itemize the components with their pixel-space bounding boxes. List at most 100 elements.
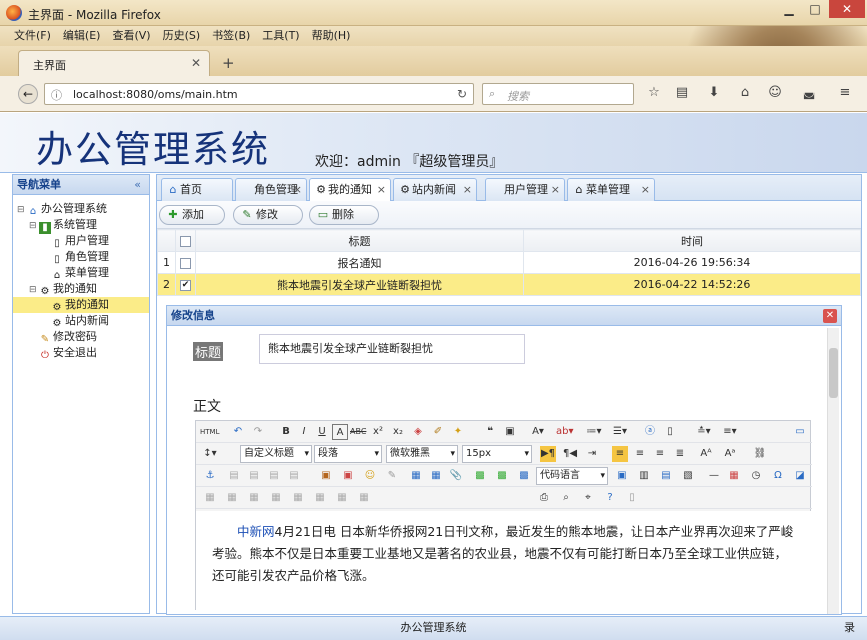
close-tab-icon[interactable]: ×: [463, 179, 472, 200]
dialog-scrollbar[interactable]: [827, 328, 839, 614]
tree-node-roles[interactable]: ▯ 角色管理: [13, 249, 149, 265]
tree-node-notice-group[interactable]: ⊟ ⚙ 我的通知: [13, 281, 149, 297]
title-header[interactable]: 标题: [195, 229, 524, 252]
auto-format-icon[interactable]: ✦: [450, 424, 466, 440]
frame-icon[interactable]: ▩: [516, 468, 532, 484]
map-icon[interactable]: ▩: [472, 468, 488, 484]
format-brush-icon[interactable]: ✐: [430, 424, 446, 440]
align-center-icon[interactable]: ≡: [632, 446, 648, 462]
border-icon[interactable]: A: [332, 424, 348, 440]
align-right-icon[interactable]: ≡: [652, 446, 668, 462]
undo-icon[interactable]: ↶: [230, 424, 246, 440]
rtl-icon[interactable]: ¶◀: [562, 446, 578, 462]
paragraph-select[interactable]: 段落: [314, 445, 382, 463]
menu-tools[interactable]: 工具(T): [262, 26, 299, 46]
font-size-select[interactable]: 15px: [462, 445, 532, 463]
menu-view[interactable]: 查看(V): [112, 26, 150, 46]
merge-cells-icon[interactable]: ▦: [334, 490, 350, 506]
insert-col-icon[interactable]: ▦: [290, 490, 306, 506]
tab-roles[interactable]: 角色管理 ×: [235, 178, 307, 201]
collapse-icon[interactable]: «: [134, 175, 141, 195]
special-char-icon[interactable]: Ω: [770, 468, 786, 484]
close-tab-icon[interactable]: ×: [641, 179, 650, 200]
ltr-icon[interactable]: ▶¶: [540, 446, 556, 462]
tree-node-my-notice[interactable]: ⚙ 我的通知: [13, 297, 149, 313]
insert-table-icon[interactable]: ▦: [202, 490, 218, 506]
page-break-icon[interactable]: ▤: [658, 468, 674, 484]
image-icon[interactable]: ▣: [318, 468, 334, 484]
link-icon[interactable]: ⛓: [752, 446, 768, 462]
video-icon[interactable]: ▦: [408, 468, 424, 484]
bookmark-star-icon[interactable]: ☆: [645, 85, 663, 103]
background-color-icon[interactable]: ab▾: [556, 424, 574, 440]
reading-list-icon[interactable]: ▤: [673, 85, 691, 103]
bold-icon[interactable]: B: [278, 424, 294, 440]
image-right-icon[interactable]: ▤: [266, 468, 282, 484]
line-height-icon[interactable]: ↕▾: [202, 446, 218, 462]
emotion-icon[interactable]: ☺: [362, 468, 378, 484]
quote-icon[interactable]: ❝: [482, 424, 498, 440]
add-button[interactable]: ✚ 添加: [159, 205, 225, 225]
hamburger-menu-icon[interactable]: ≡: [836, 85, 854, 103]
row-checkbox[interactable]: [180, 257, 191, 269]
anchor-icon[interactable]: ⚓: [202, 468, 218, 484]
minimize-button[interactable]: ▁: [776, 0, 802, 18]
collapse-toggle-icon[interactable]: ⊟: [17, 202, 27, 218]
select-all-cell[interactable]: [175, 229, 196, 252]
edit-button[interactable]: ✎ 修改: [233, 205, 303, 225]
pocket-icon[interactable]: ◛: [800, 85, 818, 103]
select-all-icon[interactable]: ⓐ: [642, 424, 658, 440]
tab-menus[interactable]: ⌂ 菜单管理 ×: [567, 178, 655, 201]
music-icon[interactable]: ▦: [428, 468, 444, 484]
collapse-toggle-icon[interactable]: ⊟: [29, 282, 39, 298]
align-left-icon[interactable]: ≡: [612, 446, 628, 462]
close-dialog-icon[interactable]: ✕: [823, 309, 837, 323]
title-field[interactable]: 熊本地震引发全球产业链断裂担忧: [259, 334, 525, 364]
tree-node-password[interactable]: ✎ 修改密码: [13, 329, 149, 345]
row-spacing-top-icon[interactable]: ≛▾: [696, 424, 712, 440]
search-input[interactable]: ⌕ 搜索: [482, 83, 634, 105]
close-window-button[interactable]: ✕: [829, 0, 865, 18]
date-icon[interactable]: ▦: [726, 468, 742, 484]
paste-text-icon[interactable]: ▣: [502, 424, 518, 440]
scrollbar-thumb[interactable]: [829, 348, 838, 398]
print-icon[interactable]: ⎙: [536, 490, 552, 506]
tree-node-root[interactable]: ⊟ ⌂ 办公管理系统: [13, 201, 149, 217]
template-icon[interactable]: ▣: [614, 468, 630, 484]
custom-style-select[interactable]: 自定义标题: [240, 445, 312, 463]
italic-icon[interactable]: I: [296, 424, 312, 440]
image-left-icon[interactable]: ▤: [246, 468, 262, 484]
delete-button[interactable]: ▭ 删除: [309, 205, 379, 225]
fullscreen-icon[interactable]: ▭: [792, 424, 808, 440]
underline-icon[interactable]: U: [314, 424, 330, 440]
delete-col-icon[interactable]: ▦: [312, 490, 328, 506]
eraser-icon[interactable]: ◈: [410, 424, 426, 440]
uppercase-icon[interactable]: Aᴬ: [698, 446, 714, 462]
close-tab-icon[interactable]: ×: [377, 179, 386, 200]
delete-row-icon[interactable]: ▦: [268, 490, 284, 506]
reload-icon[interactable]: ↻: [457, 87, 467, 101]
url-bar[interactable]: ⓘ localhost:8080/oms/main.htm ↻: [44, 83, 474, 105]
html-source-icon[interactable]: HTML: [200, 424, 219, 440]
image-center-icon[interactable]: ▤: [286, 468, 302, 484]
lowercase-icon[interactable]: Aᵃ: [722, 446, 738, 462]
redo-icon[interactable]: ↷: [250, 424, 266, 440]
menu-edit[interactable]: 编辑(E): [63, 26, 101, 46]
time-icon[interactable]: ◷: [748, 468, 764, 484]
split-cells-icon[interactable]: ▦: [356, 490, 372, 506]
attachment-icon[interactable]: 📎: [448, 468, 464, 484]
select-all-checkbox[interactable]: [180, 235, 191, 247]
maximize-button[interactable]: □: [802, 0, 828, 18]
tree-node-users[interactable]: ▯ 用户管理: [13, 233, 149, 249]
scrawl-icon[interactable]: ✎: [384, 468, 400, 484]
browser-tab-main[interactable]: 主界面 ✕: [18, 50, 210, 76]
tab-news[interactable]: ⚙ 站内新闻 ×: [393, 178, 477, 201]
ordered-list-icon[interactable]: ≔▾: [586, 424, 602, 440]
row-spacing-bottom-icon[interactable]: ≡▾: [722, 424, 738, 440]
menu-history[interactable]: 历史(S): [163, 26, 201, 46]
content-link[interactable]: 中新网: [237, 524, 275, 539]
font-family-select[interactable]: 微软雅黑: [386, 445, 458, 463]
tab-home[interactable]: ⌂ 首页: [161, 178, 233, 201]
tree-node-news[interactable]: ⚙ 站内新闻: [13, 313, 149, 329]
time-header[interactable]: 时间: [523, 229, 861, 252]
